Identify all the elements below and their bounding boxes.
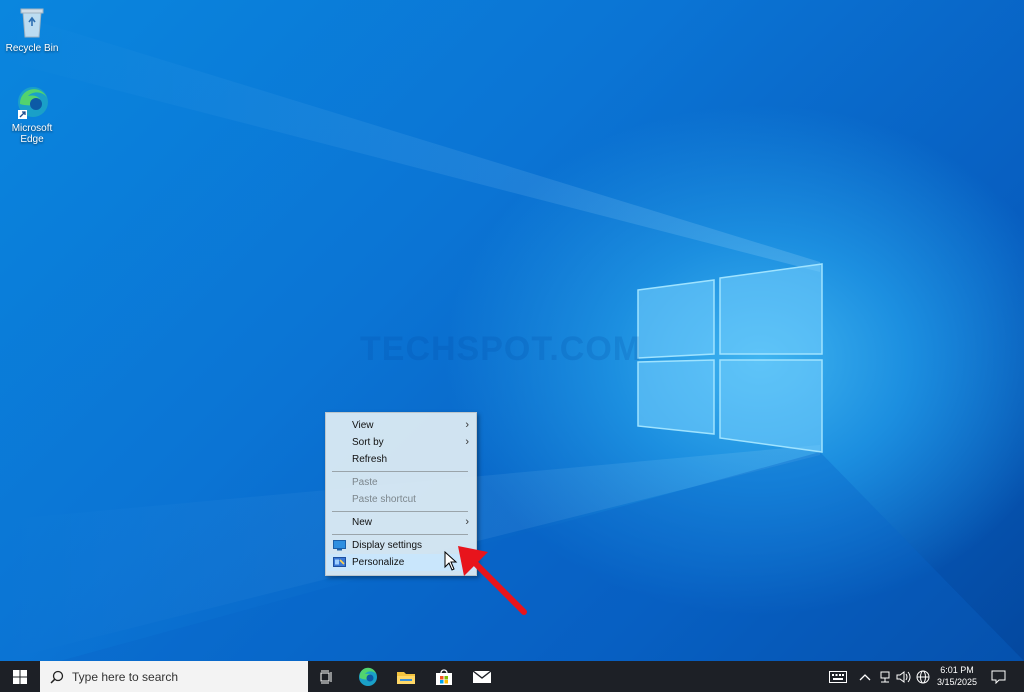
chevron-up-icon	[859, 673, 871, 680]
menu-item-label: Display settings	[352, 540, 423, 551]
menu-item-label: Paste shortcut	[352, 494, 416, 505]
globe-icon	[916, 670, 930, 683]
taskbar-clock[interactable]: 6:01 PM 3/15/2025	[933, 664, 981, 688]
annotation-arrow-icon	[458, 546, 527, 615]
network-icon	[880, 671, 890, 682]
personalize-icon	[333, 557, 346, 567]
menu-separator	[332, 471, 468, 472]
start-button[interactable]	[0, 661, 40, 692]
taskbar-app-store[interactable]	[428, 661, 460, 692]
chevron-right-icon: ›	[465, 419, 469, 431]
mail-icon	[472, 669, 492, 683]
tray-volume-button[interactable]	[895, 661, 913, 692]
tray-language-button[interactable]	[914, 661, 932, 692]
notification-icon	[991, 670, 1005, 684]
volume-icon	[896, 670, 911, 683]
keyboard-icon	[829, 670, 847, 683]
watermark: TECHSPOT.COM	[360, 330, 643, 368]
desktop-icon-recycle-bin[interactable]: Recycle Bin	[0, 4, 64, 54]
tray-network-button[interactable]	[876, 661, 894, 692]
menu-item-refresh[interactable]: Refresh	[327, 451, 475, 468]
task-view-icon	[320, 670, 332, 683]
clock-time: 6:01 PM	[940, 665, 974, 675]
task-view-button[interactable]	[313, 661, 343, 692]
menu-separator	[332, 511, 468, 512]
menu-item-new[interactable]: New ›	[327, 514, 475, 531]
menu-separator	[332, 534, 468, 535]
menu-item-label: Refresh	[352, 454, 388, 465]
file-explorer-icon	[397, 671, 415, 684]
clock-date: 3/15/2025	[936, 677, 978, 687]
taskbar-app-file-explorer[interactable]	[390, 661, 422, 692]
desktop-icon-label: Microsoft Edge	[11, 123, 53, 145]
taskbar-app-mail[interactable]	[466, 661, 498, 692]
taskbar: Type here to search 6:01 PM 3/15/2025	[0, 661, 1024, 692]
store-icon	[436, 668, 452, 685]
chevron-right-icon: ›	[465, 516, 469, 528]
wallpaper-windows-logo	[637, 263, 823, 453]
action-center-button[interactable]	[986, 661, 1010, 692]
menu-item-view[interactable]: View ›	[327, 417, 475, 434]
display-icon	[333, 540, 346, 551]
taskbar-app-edge[interactable]	[352, 661, 384, 692]
tray-show-hidden-icons[interactable]	[856, 661, 874, 692]
desktop-icon-microsoft-edge[interactable]: Microsoft Edge	[0, 84, 64, 145]
desktop[interactable]: TECHSPOT.COM Recycle Bin Microsoft Edge	[0, 0, 1024, 661]
menu-item-label: View	[352, 420, 374, 431]
tray-keyboard-button[interactable]	[826, 661, 850, 692]
search-icon	[50, 670, 64, 684]
desktop-icon-label: Recycle Bin	[5, 43, 59, 54]
edge-icon	[359, 667, 377, 686]
taskbar-search-box[interactable]: Type here to search	[40, 661, 308, 692]
windows-start-icon	[13, 669, 27, 684]
recycle-bin-icon	[14, 4, 50, 40]
menu-item-paste: Paste	[327, 474, 475, 491]
chevron-right-icon: ›	[465, 436, 469, 448]
search-placeholder: Type here to search	[72, 669, 179, 684]
edge-icon	[14, 84, 50, 120]
menu-item-sort-by[interactable]: Sort by ›	[327, 434, 475, 451]
menu-item-paste-shortcut: Paste shortcut	[327, 491, 475, 508]
menu-item-label: New	[352, 517, 373, 528]
menu-item-label: Paste	[352, 477, 378, 488]
menu-item-label: Personalize	[352, 557, 405, 568]
menu-item-label: Sort by	[352, 437, 384, 448]
